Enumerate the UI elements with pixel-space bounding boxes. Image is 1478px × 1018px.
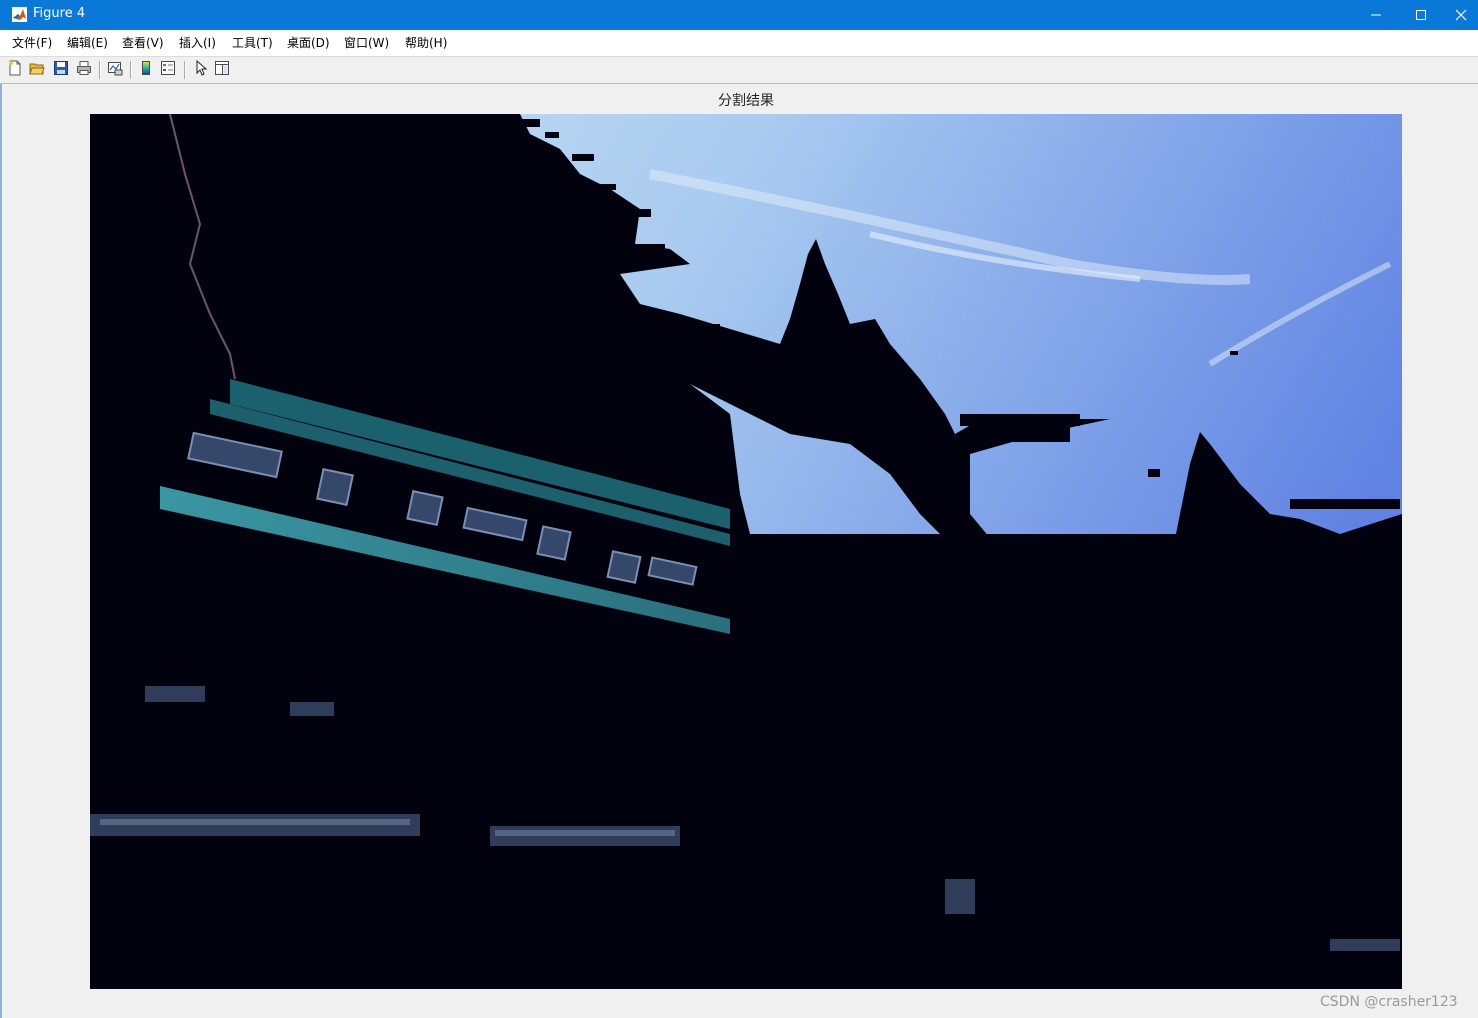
save-button[interactable] (51, 60, 71, 80)
new-figure-icon (7, 60, 23, 80)
insert-legend-icon (160, 60, 176, 80)
segmentation-result-image[interactable] (90, 114, 1402, 989)
toolbar-separator (99, 61, 101, 79)
minimize-icon (1370, 6, 1382, 25)
link-plot-icon (107, 60, 123, 80)
link-plot-button[interactable] (105, 60, 125, 80)
watermark: CSDN @crasher123 (1320, 994, 1458, 1010)
toolbar-separator (184, 61, 186, 79)
matlab-logo-icon (12, 7, 27, 22)
open-file-button[interactable] (27, 60, 47, 80)
maximize-icon (1415, 6, 1427, 25)
insert-colorbar-icon (138, 60, 154, 80)
edit-plot-pointer-icon (192, 59, 208, 80)
minimize-button[interactable] (1353, 0, 1399, 30)
close-icon (1455, 6, 1467, 25)
property-inspector-button[interactable] (212, 60, 232, 80)
window-left-border (0, 84, 2, 1018)
edit-plot-button[interactable] (190, 59, 210, 80)
close-button[interactable] (1444, 0, 1478, 30)
title-bar[interactable]: Figure 4 (0, 0, 1478, 30)
menu-window[interactable]: 窗口(W) (344, 35, 389, 51)
menu-view[interactable]: 查看(V) (122, 35, 164, 51)
axes-title: 分割结果 (718, 93, 774, 109)
print-button[interactable] (74, 60, 94, 80)
insert-legend-button[interactable] (158, 60, 178, 80)
save-icon (53, 60, 69, 80)
new-figure-button[interactable] (5, 60, 25, 80)
menu-insert[interactable]: 插入(I) (179, 35, 216, 51)
open-file-icon (29, 60, 45, 80)
menu-bar: 文件(F) 编辑(E) 查看(V) 插入(I) 工具(T) 桌面(D) 窗口(W… (0, 30, 1478, 57)
menu-file[interactable]: 文件(F) (12, 35, 52, 51)
print-icon (76, 60, 92, 80)
toolbar-separator (130, 61, 132, 79)
insert-colorbar-button[interactable] (136, 60, 156, 80)
maximize-button[interactable] (1398, 0, 1444, 30)
figure-window: Figure 4 文件(F) 编辑(E) 查看(V) 插入(I) 工具(T) 桌… (0, 0, 1478, 1018)
menu-tools[interactable]: 工具(T) (232, 35, 273, 51)
toolbar (0, 57, 1478, 84)
menu-desktop[interactable]: 桌面(D) (287, 35, 330, 51)
menu-edit[interactable]: 编辑(E) (67, 35, 108, 51)
window-title: Figure 4 (33, 6, 86, 21)
property-inspector-icon (214, 60, 230, 80)
menu-help[interactable]: 帮助(H) (405, 35, 447, 51)
